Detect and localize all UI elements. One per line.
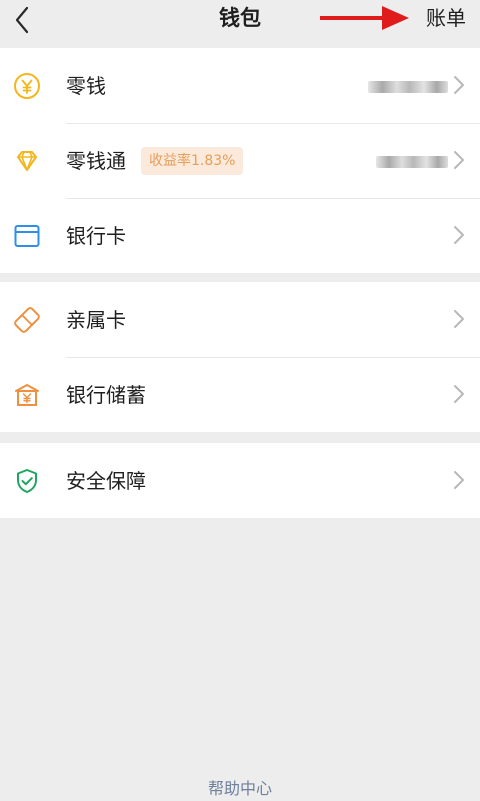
family-section: 亲属卡 银行储蓄 <box>0 282 480 432</box>
bank-card-icon <box>13 222 41 250</box>
chevron-right-icon <box>452 470 466 490</box>
family-card-row[interactable]: 亲属卡 <box>0 282 480 357</box>
change-row[interactable]: 零钱 <box>0 48 480 123</box>
red-arrow-annotation <box>320 6 409 30</box>
bank-card-label: 银行卡 <box>66 224 126 248</box>
bank-savings-icon <box>13 381 41 409</box>
help-center-link[interactable]: 帮助中心 <box>0 779 480 799</box>
chevron-right-icon <box>452 309 466 329</box>
chevron-right-icon <box>452 150 466 170</box>
bill-button[interactable]: 账单 <box>426 4 466 32</box>
lingqiantong-row[interactable]: 零钱通 收益率1.83% <box>0 123 480 198</box>
chevron-right-icon <box>452 75 466 95</box>
chevron-right-icon <box>452 384 466 404</box>
lingqiantong-amount-masked <box>376 156 448 168</box>
family-card-label: 亲属卡 <box>66 308 126 332</box>
lingqiantong-label: 零钱通 <box>66 149 126 173</box>
change-label: 零钱 <box>66 74 106 98</box>
yuan-coin-icon <box>13 72 41 100</box>
bank-savings-row[interactable]: 银行储蓄 <box>0 357 480 432</box>
diamond-icon <box>13 147 41 175</box>
security-section: 安全保障 <box>0 443 480 518</box>
bank-savings-label: 银行储蓄 <box>66 383 146 407</box>
change-amount-masked <box>368 81 448 93</box>
security-row[interactable]: 安全保障 <box>0 443 480 518</box>
yield-badge: 收益率1.83% <box>141 147 244 175</box>
security-label: 安全保障 <box>66 469 146 493</box>
family-card-icon <box>13 306 41 334</box>
bank-card-row[interactable]: 银行卡 <box>0 198 480 273</box>
chevron-right-icon <box>452 225 466 245</box>
wallet-section: 零钱 零钱通 收益率1.83% 银行卡 <box>0 48 480 273</box>
shield-check-icon <box>13 467 41 495</box>
top-bar: 钱包 账单 <box>0 0 480 46</box>
